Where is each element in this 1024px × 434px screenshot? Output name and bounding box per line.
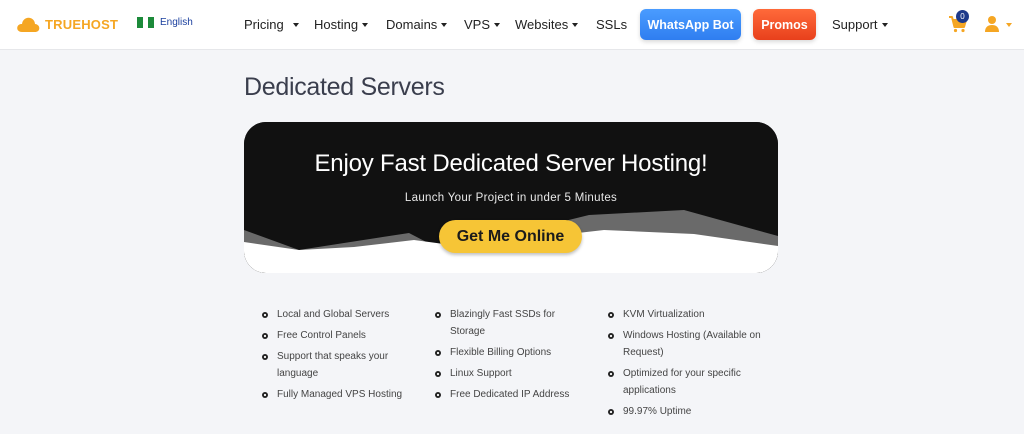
gear-icon xyxy=(608,332,614,339)
nav-hosting[interactable]: Hosting xyxy=(314,17,369,32)
feature-item: Flexible Billing Options xyxy=(434,344,584,361)
gear-icon xyxy=(435,391,441,398)
feature-item: Windows Hosting (Available on Request) xyxy=(607,327,762,362)
feature-item: Local and Global Servers xyxy=(261,306,421,323)
nav-support-label: Support xyxy=(832,17,878,32)
chevron-down-icon[interactable] xyxy=(1006,23,1012,27)
gear-icon xyxy=(608,312,614,318)
gear-icon xyxy=(435,350,441,357)
cart-count-badge: 0 xyxy=(956,10,969,23)
feature-text: Free Control Panels xyxy=(277,329,366,341)
whatsapp-bot-button[interactable]: WhatsApp Bot xyxy=(640,9,741,40)
features-column-1: Local and Global Servers Free Control Pa… xyxy=(261,306,421,406)
chevron-down-icon xyxy=(292,22,299,27)
hero-banner: Enjoy Fast Dedicated Server Hosting! Lau… xyxy=(244,122,778,273)
nigeria-flag-icon xyxy=(137,17,155,28)
feature-text: Support that speaks your language xyxy=(277,350,389,379)
feature-text: Optimized for your specific applications xyxy=(623,367,741,397)
chevron-down-icon xyxy=(572,22,579,27)
language-selector[interactable]: English xyxy=(137,17,193,28)
gear-icon xyxy=(262,312,268,318)
nav-domains-label: Domains xyxy=(386,17,438,32)
gear-icon xyxy=(435,312,441,318)
gear-icon xyxy=(262,353,268,360)
brand-name: TRUEHOST xyxy=(45,16,119,32)
cloud-icon xyxy=(16,15,40,33)
nav-pricing-label: Pricing xyxy=(244,17,284,32)
nav-domains[interactable]: Domains xyxy=(386,17,448,32)
feature-item: Free Control Panels xyxy=(261,327,421,344)
feature-item: Optimized for your specific applications xyxy=(607,365,762,400)
feature-text: 99.97% Uptime xyxy=(623,405,692,417)
gear-icon xyxy=(608,408,614,415)
nav-hosting-label: Hosting xyxy=(314,17,359,32)
feature-item: 99.97% Uptime xyxy=(607,403,762,420)
feature-text: Fully Managed VPS Hosting xyxy=(277,388,403,400)
nav-pricing[interactable]: Pricing xyxy=(244,17,299,32)
feature-item: Support that speaks your language xyxy=(261,348,421,383)
feature-text: Free Dedicated IP Address xyxy=(450,388,570,400)
promos-button[interactable]: Promos xyxy=(753,9,816,40)
page-title: Dedicated Servers xyxy=(244,73,445,101)
hero-title: Enjoy Fast Dedicated Server Hosting! xyxy=(314,150,708,177)
feature-text: Blazingly Fast SSDs for Storage xyxy=(450,309,556,338)
chevron-down-icon xyxy=(494,22,501,27)
chevron-down-icon xyxy=(441,22,448,27)
feature-item: Linux Support xyxy=(434,365,584,382)
feature-item: KVM Virtualization xyxy=(607,306,762,323)
feature-text: Windows Hosting (Available on Request) xyxy=(623,329,761,359)
hero-subtitle: Launch Your Project in under 5 Minutes xyxy=(404,192,618,204)
nav-vps[interactable]: VPS xyxy=(464,17,501,32)
feature-item: Blazingly Fast SSDs for Storage xyxy=(434,306,584,341)
feature-item: Free Dedicated IP Address xyxy=(434,386,584,403)
user-icon[interactable] xyxy=(984,15,1000,33)
top-navbar: TRUEHOST English Pricing Hosting Domains… xyxy=(0,0,1024,50)
get-me-online-button[interactable]: Get Me Online xyxy=(439,220,582,253)
feature-text: KVM Virtualization xyxy=(623,309,705,320)
nav-websites-label: Websites xyxy=(515,17,569,32)
nav-websites[interactable]: Websites xyxy=(515,17,579,32)
nav-ssls-label: SSLs xyxy=(596,17,628,32)
language-label: English xyxy=(160,17,193,28)
feature-text: Linux Support xyxy=(450,367,512,379)
gear-icon xyxy=(608,370,614,377)
feature-text: Flexible Billing Options xyxy=(450,347,552,359)
gear-icon xyxy=(262,391,268,398)
features-column-3: KVM Virtualization Windows Hosting (Avai… xyxy=(607,306,762,424)
truehost-logo[interactable]: TRUEHOST xyxy=(16,15,118,33)
feature-item: Fully Managed VPS Hosting xyxy=(261,386,421,403)
chevron-down-icon xyxy=(881,22,888,27)
chevron-down-icon xyxy=(362,22,369,27)
gear-icon xyxy=(435,370,441,377)
features-column-2: Blazingly Fast SSDs for Storage Flexible… xyxy=(434,306,584,406)
gear-icon xyxy=(262,332,268,339)
feature-text: Local and Global Servers xyxy=(277,309,390,320)
nav-ssls[interactable]: SSLs xyxy=(596,17,627,32)
nav-vps-label: VPS xyxy=(464,17,491,32)
nav-support[interactable]: Support xyxy=(832,17,888,32)
